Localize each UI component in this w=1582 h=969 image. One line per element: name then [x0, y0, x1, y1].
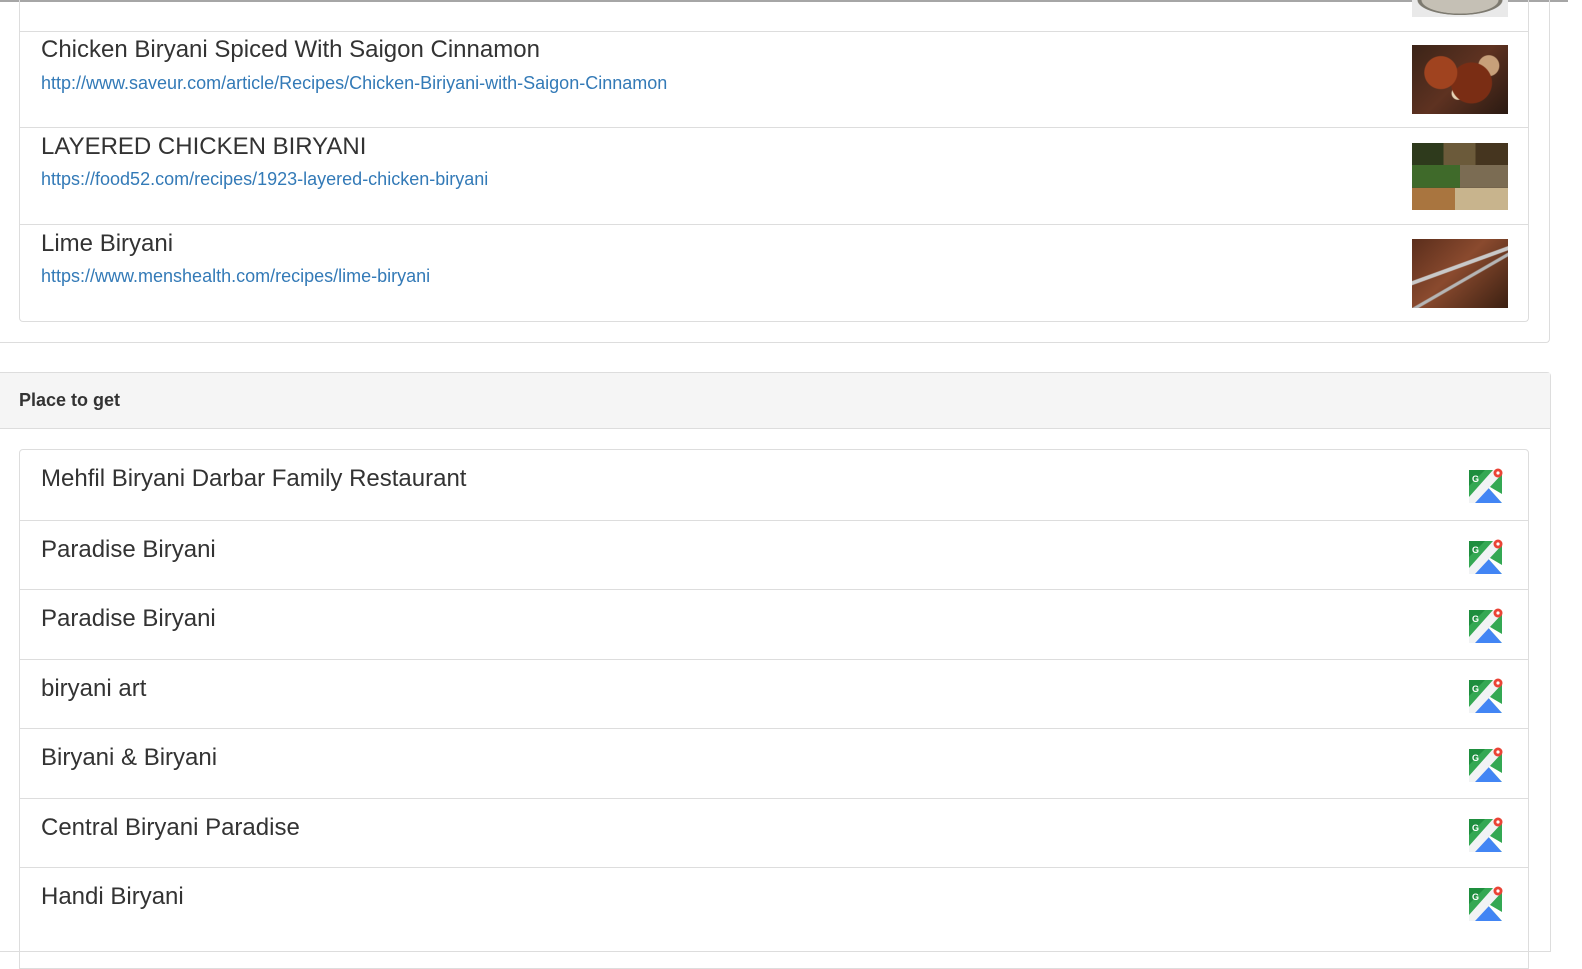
place-name: Paradise Biryani — [41, 536, 216, 563]
recipe-link[interactable]: http://www.saveur.com/article/Recipes/Ch… — [41, 73, 667, 94]
place-item[interactable]: biryani art G — [20, 659, 1528, 729]
google-maps-icon[interactable]: G — [1469, 747, 1504, 782]
place-name: Mehfil Biryani Darbar Family Restaurant — [41, 465, 467, 492]
panel-heading: Place to get — [0, 373, 1550, 429]
recipe-item[interactable]: LAYERED CHICKEN BIRYANI https://food52.c… — [20, 127, 1528, 224]
google-maps-icon[interactable]: G — [1469, 678, 1504, 713]
google-maps-icon[interactable]: G — [1469, 539, 1504, 574]
recipes-panel: Chicken Biryani Spiced With Saigon Cinna… — [0, 0, 1550, 343]
google-maps-icon[interactable]: G — [1469, 468, 1504, 503]
recipe-title: Chicken Biryani Spiced With Saigon Cinna… — [41, 36, 540, 63]
svg-text:G: G — [1472, 684, 1479, 694]
place-name: Paradise Biryani — [41, 605, 216, 632]
recipe-thumbnail[interactable] — [1412, 143, 1508, 210]
svg-text:G: G — [1472, 474, 1479, 484]
recipe-title: Lime Biryani — [41, 230, 174, 257]
recipe-thumbnail[interactable] — [1412, 45, 1508, 114]
recipe-thumbnail[interactable] — [1412, 0, 1508, 17]
place-name: Handi Biryani — [41, 883, 184, 910]
google-maps-icon[interactable]: G — [1469, 886, 1504, 921]
list-item-clipped[interactable] — [20, 0, 1528, 31]
place-item[interactable]: Mehfil Biryani Darbar Family Restaurant … — [20, 450, 1528, 520]
panel-title: Place to get — [19, 390, 121, 410]
recipe-title: LAYERED CHICKEN BIRYANI — [41, 133, 367, 160]
svg-text:G: G — [1472, 823, 1479, 833]
recipe-thumbnail[interactable] — [1412, 239, 1508, 308]
recipe-link[interactable]: https://food52.com/recipes/1923-layered-… — [41, 169, 488, 190]
place-item[interactable]: Handi Biryani G — [20, 867, 1528, 937]
svg-text:G: G — [1472, 614, 1479, 624]
places-panel: Place to get Mehfil Biryani Darbar Famil… — [0, 372, 1551, 969]
recipe-item[interactable]: Chicken Biryani Spiced With Saigon Cinna… — [20, 31, 1528, 128]
recipes-list: Chicken Biryani Spiced With Saigon Cinna… — [19, 0, 1529, 322]
google-maps-icon[interactable]: G — [1469, 817, 1504, 852]
place-name: biryani art — [41, 675, 147, 702]
place-item[interactable]: Paradise Biryani G — [20, 520, 1528, 590]
recipe-item[interactable]: Lime Biryani https://www.menshealth.com/… — [20, 224, 1528, 321]
google-maps-icon[interactable]: G — [1469, 608, 1504, 643]
place-name: Central Biryani Paradise — [41, 814, 300, 841]
place-item[interactable]: Paradise Biryani G — [20, 589, 1528, 659]
place-item[interactable]: Central Biryani Paradise G — [20, 798, 1528, 868]
svg-text:G: G — [1472, 545, 1479, 555]
svg-text:G: G — [1472, 892, 1479, 902]
svg-text:G: G — [1472, 753, 1479, 763]
places-list: Mehfil Biryani Darbar Family Restaurant … — [19, 449, 1529, 969]
place-item[interactable]: Biryani & Biryani G — [20, 728, 1528, 798]
place-name: Biryani & Biryani — [41, 744, 218, 771]
recipe-link[interactable]: https://www.menshealth.com/recipes/lime-… — [41, 266, 430, 287]
